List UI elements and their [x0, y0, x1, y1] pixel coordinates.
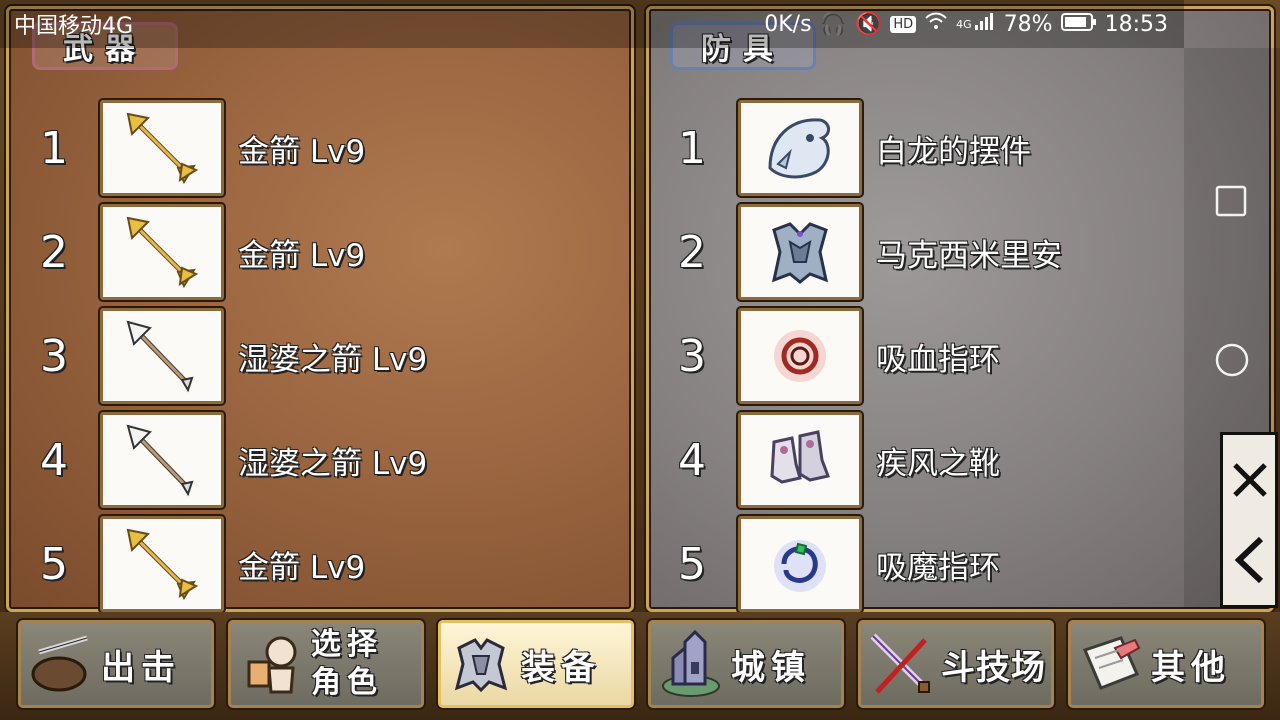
network-type: 4G [956, 17, 972, 31]
side-control-panel [1220, 432, 1278, 608]
weapon-index: 1 [40, 122, 68, 174]
weapon-index: 5 [40, 538, 68, 590]
golden-arrow-icon [100, 100, 224, 196]
armor-name: 吸魔指环 [876, 549, 1000, 586]
tab-other[interactable]: 其他 [1068, 620, 1264, 708]
status-bar: 中国移动4G 0K/s 🎧 🔇 HD 4G 78% 18:53 [0, 0, 1184, 48]
armor-slot-2[interactable]: 2 马克西米里安 [662, 204, 1062, 300]
clock: 18:53 [1104, 11, 1168, 37]
white-dragon-icon [738, 100, 862, 196]
battery-icon [1060, 12, 1097, 37]
silver-arrow-icon [100, 412, 224, 508]
tab-label-line2: 角色 [311, 665, 383, 700]
weapon-slot-2[interactable]: 2 金箭 Lv9 [24, 204, 365, 300]
armor-index: 3 [678, 330, 706, 382]
network-speed: 0K/s [764, 11, 812, 37]
weapon-index: 3 [40, 330, 68, 382]
weapon-slot-3[interactable]: 3 湿婆之箭 Lv9 [24, 308, 427, 404]
home-button[interactable] [1214, 342, 1250, 382]
weapon-index: 4 [40, 434, 68, 486]
weapon-slot-5[interactable]: 5 金箭 Lv9 [24, 516, 365, 612]
vampire-ring-icon [738, 308, 862, 404]
tab-equipment[interactable]: 装备 [438, 620, 634, 708]
armor-index: 4 [678, 434, 706, 486]
weapon-name: 湿婆之箭 Lv9 [238, 445, 428, 482]
tab-town[interactable]: 城镇 [648, 620, 844, 708]
armor-index: 2 [678, 226, 706, 278]
weapon-name: 金箭 Lv9 [238, 549, 366, 586]
signal-icon [974, 11, 996, 37]
chevron-left-icon[interactable] [1233, 535, 1267, 589]
armor-name: 白龙的摆件 [876, 133, 1031, 170]
equipment-icon [441, 624, 521, 704]
armor-name: 马克西米里安 [876, 237, 1062, 274]
sortie-icon [21, 624, 101, 704]
armor-slot-1[interactable]: 1 白龙的摆件 [662, 100, 1031, 196]
weapon-slot-4[interactable]: 4 湿婆之箭 Lv9 [24, 412, 427, 508]
character-icon [231, 624, 311, 704]
armor-slot-3[interactable]: 3 吸血指环 [662, 308, 1000, 404]
battery-percent: 78% [1003, 11, 1053, 37]
tab-label: 城镇 [731, 647, 811, 688]
tab-label: 出击 [101, 647, 181, 688]
golden-arrow-icon [100, 516, 224, 612]
wifi-icon [924, 11, 948, 37]
tab-label: 选择 角色 [311, 626, 383, 702]
other-icon [1071, 624, 1151, 704]
armor-name: 吸血指环 [876, 341, 1000, 378]
tab-select-character[interactable]: 选择 角色 [228, 620, 424, 708]
tab-label: 斗技场 [941, 647, 1046, 688]
close-icon[interactable] [1231, 461, 1269, 503]
tab-label: 装备 [521, 647, 601, 688]
weapon-name: 金箭 Lv9 [238, 237, 366, 274]
armor-name: 疾风之靴 [876, 445, 1000, 482]
weapon-name: 湿婆之箭 Lv9 [238, 341, 428, 378]
tab-label-line1: 选择 [311, 627, 383, 662]
armor-index: 5 [678, 538, 706, 590]
tab-arena[interactable]: 斗技场 [858, 620, 1054, 708]
arena-icon [861, 624, 941, 704]
weapon-slot-1[interactable]: 1 金箭 Lv9 [24, 100, 365, 196]
weapon-index: 2 [40, 226, 68, 278]
tab-label: 其他 [1151, 647, 1231, 688]
wind-boots-icon [738, 412, 862, 508]
tab-sortie[interactable]: 出击 [18, 620, 214, 708]
carrier-label: 中国移动4G [14, 14, 134, 39]
weapon-name: 金箭 Lv9 [238, 133, 366, 170]
silver-arrow-icon [100, 308, 224, 404]
armor-slot-4[interactable]: 4 疾风之靴 [662, 412, 1000, 508]
armor-index: 1 [678, 122, 706, 174]
headphone-icon: 🎧 [819, 11, 847, 37]
town-icon [651, 624, 731, 704]
mana-ring-icon [738, 516, 862, 612]
armor-slot-5[interactable]: 5 吸魔指环 [662, 516, 1000, 612]
golden-arrow-icon [100, 204, 224, 300]
mute-icon: 🔇 [854, 11, 883, 37]
maximilian-armor-icon [738, 204, 862, 300]
recent-apps-button[interactable] [1214, 184, 1248, 222]
hd-icon: HD [890, 15, 917, 33]
